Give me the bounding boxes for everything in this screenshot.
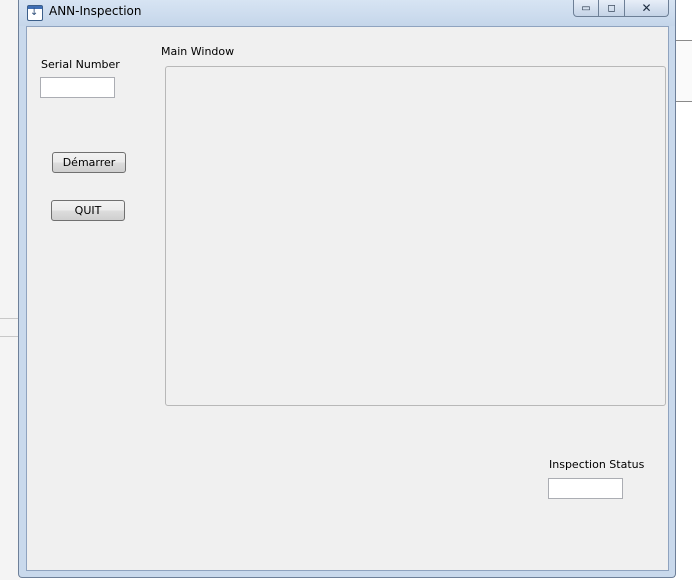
background-window-edge: [0, 0, 20, 580]
app-window: ANN-Inspection ▭ ◻ ✕ Serial Number Démar…: [18, 0, 676, 578]
maximize-icon: ◻: [607, 2, 616, 14]
serial-number-input[interactable]: [40, 77, 115, 98]
background-divider: [0, 318, 20, 319]
maximize-button[interactable]: ◻: [599, 0, 625, 17]
background-window-edge: [676, 40, 692, 102]
main-window-panel: [165, 66, 666, 406]
inspection-status-label: Inspection Status: [549, 458, 645, 471]
app-icon[interactable]: [27, 5, 43, 21]
serial-number-label: Serial Number: [41, 58, 120, 71]
background-divider: [0, 336, 20, 337]
close-icon: ✕: [641, 1, 652, 15]
start-button[interactable]: Démarrer: [52, 152, 126, 173]
window-title: ANN-Inspection: [49, 4, 142, 18]
quit-button[interactable]: QUIT: [51, 200, 125, 221]
window-controls: ▭ ◻ ✕: [573, 0, 669, 17]
close-button[interactable]: ✕: [625, 0, 669, 17]
minimize-icon: ▭: [581, 2, 591, 14]
client-area: Serial Number Démarrer QUIT Main Window …: [26, 26, 669, 571]
inspection-status-field[interactable]: [548, 478, 623, 499]
title-bar[interactable]: ANN-Inspection ▭ ◻ ✕: [19, 0, 675, 26]
minimize-button[interactable]: ▭: [573, 0, 599, 17]
main-window-label: Main Window: [161, 45, 235, 58]
